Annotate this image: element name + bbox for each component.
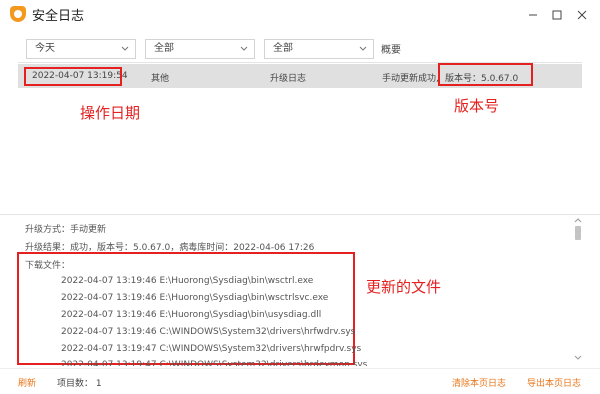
log-type: 其他 bbox=[151, 74, 170, 84]
date-filter-select[interactable]: 今天 bbox=[26, 39, 136, 59]
filter-bar: 今天 全部 全部 概要 bbox=[18, 39, 582, 61]
chevron-down-icon bbox=[121, 46, 129, 51]
source-filter-value: 全部 bbox=[273, 43, 293, 54]
file-entry: 2022-04-07 13:19:46 C:\WINDOWS\System32\… bbox=[61, 327, 356, 337]
annotation-files-label: 更新的文件 bbox=[366, 278, 442, 296]
item-count: 项目数： 1 bbox=[57, 379, 102, 389]
export-log-button[interactable]: 导出本页日志 bbox=[527, 376, 581, 389]
app-logo-icon bbox=[10, 6, 26, 22]
minimize-icon[interactable] bbox=[522, 3, 544, 25]
detail-scrollbar[interactable] bbox=[573, 217, 583, 365]
divider bbox=[0, 368, 600, 369]
divider bbox=[0, 214, 600, 215]
upgrade-method: 升级方式：手动更新 bbox=[25, 225, 107, 235]
file-entry: 2022-04-07 13:19:46 E:\Huorong\Sysdiag\b… bbox=[61, 293, 329, 303]
refresh-button[interactable]: 刷新 bbox=[18, 376, 36, 389]
maximize-icon[interactable] bbox=[546, 3, 568, 25]
type-filter-value: 全部 bbox=[154, 43, 174, 54]
summary-column-header: 概要 bbox=[381, 45, 401, 56]
scroll-down-icon[interactable] bbox=[574, 355, 582, 361]
type-filter-select[interactable]: 全部 bbox=[145, 39, 255, 59]
date-filter-value: 今天 bbox=[35, 43, 55, 54]
window-title: 安全日志 bbox=[32, 9, 85, 24]
chevron-down-icon bbox=[240, 46, 248, 51]
annotation-box-date bbox=[24, 67, 122, 86]
annotation-box-version bbox=[438, 63, 533, 86]
log-source: 升级日志 bbox=[270, 74, 307, 84]
annotation-version-label: 版本号 bbox=[454, 97, 500, 115]
close-icon[interactable] bbox=[571, 3, 593, 25]
clear-log-button[interactable]: 清除本页日志 bbox=[452, 376, 506, 389]
chevron-down-icon bbox=[359, 46, 367, 51]
file-entry: 2022-04-07 13:19:46 E:\Huorong\Sysdiag\b… bbox=[61, 276, 314, 286]
file-entry: 2022-04-07 13:19:47 C:\WINDOWS\System32\… bbox=[61, 360, 368, 366]
file-entry: 2022-04-07 13:19:47 C:\WINDOWS\System32\… bbox=[61, 344, 362, 354]
title-bar: 安全日志 bbox=[0, 0, 600, 28]
file-entry: 2022-04-07 13:19:46 E:\Huorong\Sysdiag\b… bbox=[61, 310, 322, 320]
downloaded-files-label: 下载文件： bbox=[25, 261, 71, 271]
source-filter-select[interactable]: 全部 bbox=[264, 39, 374, 59]
scroll-up-icon[interactable] bbox=[574, 217, 582, 223]
annotation-date-label: 操作日期 bbox=[80, 104, 141, 122]
upgrade-result: 升级结果：成功，版本号：5.0.67.0，病毒库时间：2022-04-06 17… bbox=[25, 243, 315, 253]
log-summary: 手动更新成功, bbox=[382, 74, 439, 84]
scroll-thumb[interactable] bbox=[575, 226, 581, 240]
